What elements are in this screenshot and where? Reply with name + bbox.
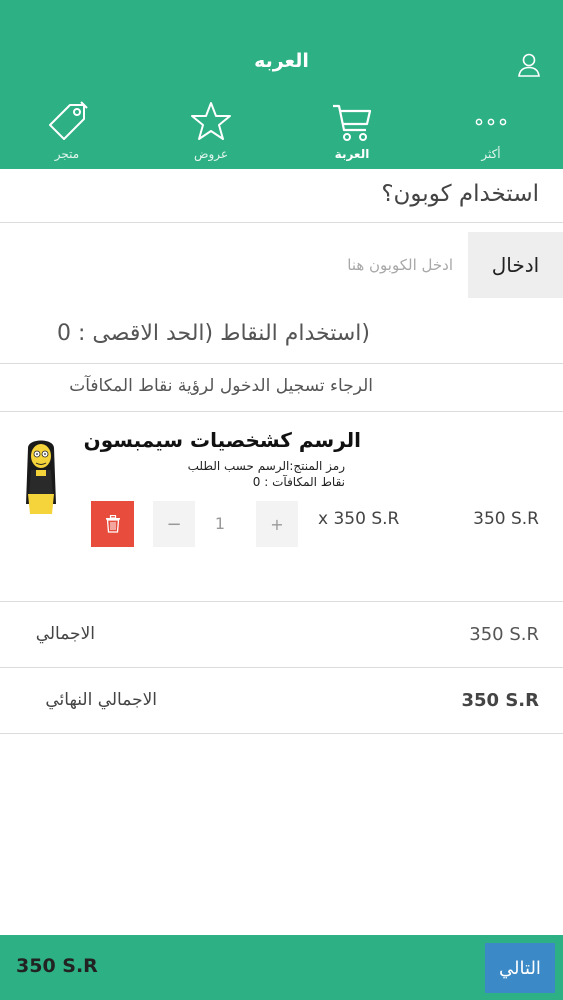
coupon-input[interactable] bbox=[23, 243, 453, 287]
final-total-value: 350 S.R bbox=[461, 690, 539, 711]
more-icon bbox=[475, 118, 507, 126]
star-icon bbox=[191, 102, 231, 140]
next-button[interactable]: التالي bbox=[485, 943, 555, 993]
unit-price: x 350 S.R bbox=[318, 509, 400, 529]
final-total-label: الاجمالي النهائي bbox=[45, 690, 157, 710]
delete-item-button[interactable] bbox=[91, 501, 134, 547]
cart-item: الرسم كشخصيات سيمبسون رمز المنتج:الرسم ح… bbox=[0, 412, 563, 602]
tab-offers-label: عروض bbox=[193, 147, 229, 161]
tab-cart[interactable]: العربة bbox=[297, 95, 407, 169]
tab-store-label: متجر bbox=[54, 147, 80, 161]
use-points-row[interactable]: (استخدام النقاط (الحد الاقصى : 0 bbox=[0, 307, 563, 364]
trash-icon bbox=[105, 515, 120, 533]
coupon-entry-row: ادخال bbox=[0, 223, 563, 307]
tab-store[interactable]: متجر bbox=[12, 95, 122, 169]
tab-bar: متجر عروض العربة أكثر bbox=[0, 95, 563, 169]
user-icon[interactable] bbox=[517, 52, 541, 78]
checkout-footer: 350 S.R التالي bbox=[0, 935, 563, 1000]
line-total: 350 S.R bbox=[473, 509, 539, 529]
app-header: العربه متجر عروض العربة أكثر bbox=[0, 0, 563, 169]
quantity-value: 1 bbox=[214, 514, 226, 533]
product-reward-points: نقاط المكافآت : 0 bbox=[252, 475, 345, 489]
login-prompt-row[interactable]: الرجاء تسجيل الدخول لرؤية نقاط المكافآت bbox=[0, 364, 563, 412]
coupon-enter-button[interactable]: ادخال bbox=[468, 232, 563, 298]
coupon-section-title[interactable]: استخدام كوبون؟ bbox=[0, 169, 563, 223]
subtotal-label: الاجمالي bbox=[35, 624, 95, 644]
quantity-decrease-button[interactable]: − bbox=[153, 501, 195, 547]
final-total-row: الاجمالي النهائي 350 S.R bbox=[0, 668, 563, 734]
login-prompt-text: الرجاء تسجيل الدخول لرؤية نقاط المكافآت bbox=[69, 376, 373, 396]
product-thumbnail bbox=[26, 440, 56, 514]
tag-icon bbox=[49, 101, 88, 140]
subtotal-row: الاجمالي 350 S.R bbox=[0, 602, 563, 668]
tab-offers[interactable]: عروض bbox=[156, 95, 266, 169]
cart-icon bbox=[333, 104, 372, 141]
quantity-increase-button[interactable]: + bbox=[256, 501, 298, 547]
page-title: العربه bbox=[254, 50, 309, 72]
product-name: الرسم كشخصيات سيمبسون bbox=[83, 428, 361, 452]
tab-more[interactable]: أكثر bbox=[436, 95, 546, 169]
subtotal-value: 350 S.R bbox=[469, 624, 539, 645]
footer-total: 350 S.R bbox=[16, 955, 98, 977]
tab-cart-label: العربة bbox=[334, 147, 370, 161]
use-points-label: (استخدام النقاط (الحد الاقصى : 0 bbox=[57, 321, 370, 346]
tab-more-label: أكثر bbox=[481, 147, 501, 161]
coupon-title-text: استخدام كوبون؟ bbox=[381, 181, 539, 207]
product-code: رمز المنتج:الرسم حسب الطلب bbox=[187, 459, 345, 473]
